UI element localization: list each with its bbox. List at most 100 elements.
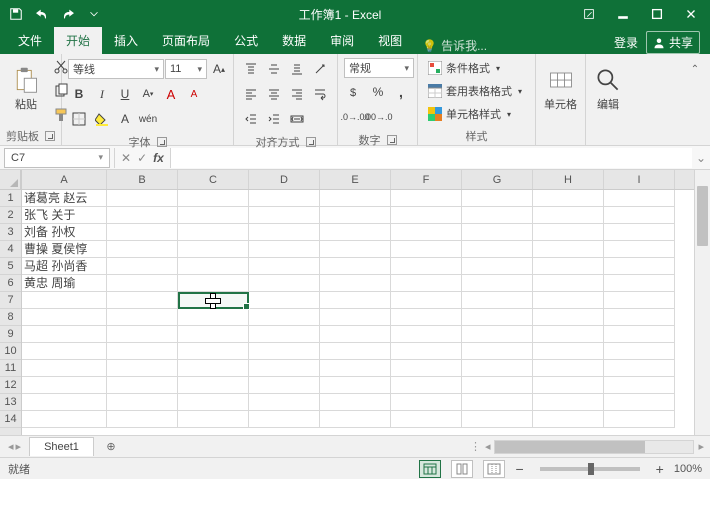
cell[interactable] — [533, 309, 604, 326]
cell[interactable] — [533, 241, 604, 258]
row-header[interactable]: 13 — [0, 394, 21, 411]
tab-file[interactable]: 文件 — [6, 27, 54, 54]
cell[interactable] — [391, 241, 462, 258]
cell[interactable] — [604, 394, 675, 411]
add-sheet-icon[interactable]: ⊕ — [100, 436, 122, 458]
page-break-view-icon[interactable] — [483, 460, 505, 478]
column-header[interactable]: C — [178, 170, 249, 189]
cell[interactable] — [391, 360, 462, 377]
cell[interactable] — [391, 190, 462, 207]
tab-view[interactable]: 视图 — [366, 27, 414, 54]
minimize-icon[interactable] — [608, 2, 638, 26]
cell[interactable] — [320, 190, 391, 207]
zoom-out-icon[interactable]: − — [515, 461, 523, 477]
cell[interactable]: 诸葛亮 赵云 — [22, 190, 107, 207]
cells-area[interactable]: 诸葛亮 赵云张飞 关于刘备 孙权曹操 夏侯惇马超 孙尚香黄忠 周瑜 — [22, 190, 694, 428]
hscroll-split-icon[interactable]: ⋮ — [470, 440, 481, 453]
cell[interactable] — [604, 377, 675, 394]
font-dialog-launcher[interactable] — [157, 137, 167, 147]
comma-format-icon[interactable]: , — [390, 81, 412, 103]
cell[interactable] — [391, 309, 462, 326]
cell[interactable] — [107, 258, 178, 275]
cell[interactable] — [604, 411, 675, 428]
tab-formulas[interactable]: 公式 — [222, 27, 270, 54]
row-header[interactable]: 1 — [0, 190, 21, 207]
align-dialog-launcher[interactable] — [306, 137, 316, 147]
italic-button[interactable]: I — [91, 83, 113, 105]
horizontal-scrollbar[interactable] — [494, 440, 694, 454]
percent-format-icon[interactable]: % — [367, 81, 389, 103]
zoom-slider-handle[interactable] — [588, 463, 594, 475]
sheet-nav-next-icon[interactable]: ▸ — [16, 440, 22, 453]
cell[interactable] — [178, 309, 249, 326]
tell-me[interactable]: 💡告诉我... — [414, 37, 495, 54]
cell[interactable] — [178, 275, 249, 292]
cell[interactable] — [462, 258, 533, 275]
cell[interactable] — [249, 207, 320, 224]
cell[interactable] — [178, 190, 249, 207]
cell[interactable] — [391, 377, 462, 394]
close-icon[interactable] — [676, 2, 706, 26]
cell[interactable] — [22, 377, 107, 394]
cell[interactable] — [107, 326, 178, 343]
cell[interactable] — [462, 224, 533, 241]
cell[interactable] — [462, 326, 533, 343]
cell[interactable] — [462, 292, 533, 309]
conditional-formatting-button[interactable]: 条件格式▾ — [424, 58, 504, 78]
page-layout-view-icon[interactable] — [451, 460, 473, 478]
cell[interactable] — [533, 394, 604, 411]
row-header[interactable]: 9 — [0, 326, 21, 343]
cell[interactable] — [320, 241, 391, 258]
tab-insert[interactable]: 插入 — [102, 27, 150, 54]
align-middle-icon[interactable] — [263, 58, 285, 80]
cell[interactable] — [391, 326, 462, 343]
font-size-combo[interactable]: 11▾ — [165, 59, 207, 79]
cell[interactable]: 刘备 孙权 — [22, 224, 107, 241]
cell[interactable] — [391, 394, 462, 411]
name-box[interactable]: C7▾ — [4, 148, 110, 168]
accounting-format-icon[interactable]: $ — [344, 81, 366, 103]
share-button[interactable]: 共享 — [646, 31, 700, 54]
hscroll-left-icon[interactable]: ◂ — [485, 440, 491, 453]
row-header[interactable]: 3 — [0, 224, 21, 241]
tab-layout[interactable]: 页面布局 — [150, 27, 222, 54]
cell[interactable] — [320, 258, 391, 275]
zoom-in-icon[interactable]: + — [656, 461, 664, 477]
column-header[interactable]: G — [462, 170, 533, 189]
cell[interactable] — [533, 258, 604, 275]
column-header[interactable]: D — [249, 170, 320, 189]
cell[interactable] — [320, 360, 391, 377]
align-right-icon[interactable] — [286, 83, 308, 105]
cell[interactable] — [249, 258, 320, 275]
cell[interactable] — [107, 377, 178, 394]
cell[interactable] — [533, 411, 604, 428]
zoom-slider[interactable] — [540, 467, 640, 471]
cell[interactable] — [249, 360, 320, 377]
cell[interactable] — [107, 360, 178, 377]
cell[interactable] — [107, 292, 178, 309]
align-center-icon[interactable] — [263, 83, 285, 105]
row-header[interactable]: 4 — [0, 241, 21, 258]
cell[interactable] — [604, 275, 675, 292]
cell[interactable] — [178, 343, 249, 360]
column-header[interactable]: E — [320, 170, 391, 189]
cell[interactable] — [107, 241, 178, 258]
row-header[interactable]: 10 — [0, 343, 21, 360]
font-name-combo[interactable]: 等线▾ — [68, 59, 164, 79]
cell[interactable] — [604, 360, 675, 377]
cells-button[interactable]: 单元格 — [540, 56, 581, 122]
cancel-formula-icon[interactable]: ✕ — [121, 151, 131, 165]
cell[interactable] — [107, 190, 178, 207]
cell[interactable] — [178, 377, 249, 394]
row-header[interactable]: 2 — [0, 207, 21, 224]
cell[interactable] — [391, 224, 462, 241]
row-header[interactable]: 12 — [0, 377, 21, 394]
cell[interactable] — [533, 326, 604, 343]
cell[interactable] — [249, 224, 320, 241]
cell[interactable] — [604, 224, 675, 241]
cell[interactable] — [533, 360, 604, 377]
cell[interactable] — [178, 411, 249, 428]
cell[interactable] — [107, 309, 178, 326]
increase-font-icon[interactable]: A▴ — [208, 58, 230, 80]
cell[interactable] — [178, 241, 249, 258]
